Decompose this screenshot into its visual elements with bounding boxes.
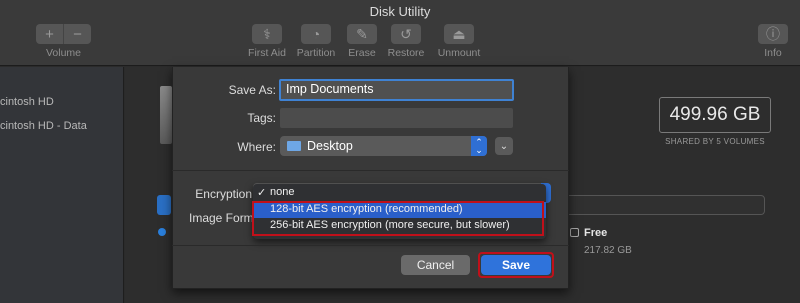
free-legend-swatch: [570, 228, 579, 237]
folder-icon: [287, 141, 301, 151]
storage-bar: [560, 195, 765, 215]
restore-label: Restore: [387, 47, 425, 59]
add-volume-icon[interactable]: +: [36, 24, 63, 44]
sidebar: cintosh HD cintosh HD - Data: [0, 67, 124, 303]
free-value: 217.82 GB: [584, 245, 632, 256]
tags-field[interactable]: [280, 108, 513, 128]
info-button[interactable]: ⓘ: [758, 24, 788, 44]
unmount-label: Unmount: [437, 47, 481, 59]
dialog-footer-divider: [172, 245, 569, 246]
highlight-annotation-box: [252, 201, 544, 236]
used-legend-dot: [158, 228, 166, 236]
restore-button[interactable]: ↺: [391, 24, 421, 44]
disk-image-icon: [160, 86, 172, 144]
tags-label: Tags:: [247, 111, 276, 125]
where-value: Desktop: [307, 139, 353, 153]
where-select[interactable]: Desktop ⌃ ⌄: [280, 136, 487, 156]
checkmark-icon: ✓: [257, 187, 267, 199]
save-as-field[interactable]: Imp Documents: [279, 79, 514, 101]
stethoscope-icon: ⚕: [263, 26, 271, 42]
unmount-button[interactable]: ⏏: [444, 24, 474, 44]
partition-label: Partition: [296, 47, 336, 59]
volume-segmented-control[interactable]: + −: [36, 24, 91, 44]
sidebar-item-macintosh-hd-data[interactable]: cintosh HD - Data: [0, 120, 124, 132]
cancel-button[interactable]: Cancel: [401, 255, 470, 275]
dialog-divider: [172, 170, 569, 171]
free-label: Free: [584, 227, 608, 239]
menu-item-none[interactable]: ✓ none: [253, 185, 546, 201]
remove-volume-icon[interactable]: −: [63, 24, 91, 44]
first-aid-button[interactable]: ⚕: [252, 24, 282, 44]
chevron-down-icon: ⌄: [499, 140, 509, 152]
volume-label: Volume: [45, 47, 82, 59]
erase-button[interactable]: ✎: [347, 24, 377, 44]
capacity-caption: SHARED BY 5 VOLUMES: [665, 137, 765, 146]
info-icon: ⓘ: [766, 26, 780, 42]
first-aid-label: First Aid: [248, 47, 286, 59]
sidebar-item-macintosh-hd[interactable]: cintosh HD: [0, 96, 124, 108]
image-format-label: Image Forma: [189, 211, 252, 225]
where-label: Where:: [237, 140, 276, 154]
erase-icon: ✎: [356, 26, 368, 42]
expand-browser-button[interactable]: ⌄: [495, 137, 513, 155]
info-label: Info: [764, 47, 782, 59]
capacity-value: 499.96 GB: [659, 97, 771, 133]
save-button[interactable]: Save: [481, 255, 551, 275]
toolbar: Disk Utility + − Volume ⚕ First Aid ◔ Pa…: [0, 0, 800, 66]
encryption-label: Encryption: [195, 187, 252, 201]
partition-button[interactable]: ◔: [301, 24, 331, 44]
restore-icon: ↺: [400, 26, 412, 42]
save-as-label: Save As:: [228, 83, 276, 97]
select-stepper-icon: ⌃ ⌄: [471, 136, 487, 156]
window-title: Disk Utility: [369, 4, 431, 19]
pie-chart-icon: ◔: [311, 26, 321, 42]
erase-label: Erase: [348, 47, 376, 59]
eject-icon: ⏏: [452, 26, 466, 42]
used-space-bar: [157, 195, 171, 215]
menu-item-label: none: [270, 186, 295, 198]
